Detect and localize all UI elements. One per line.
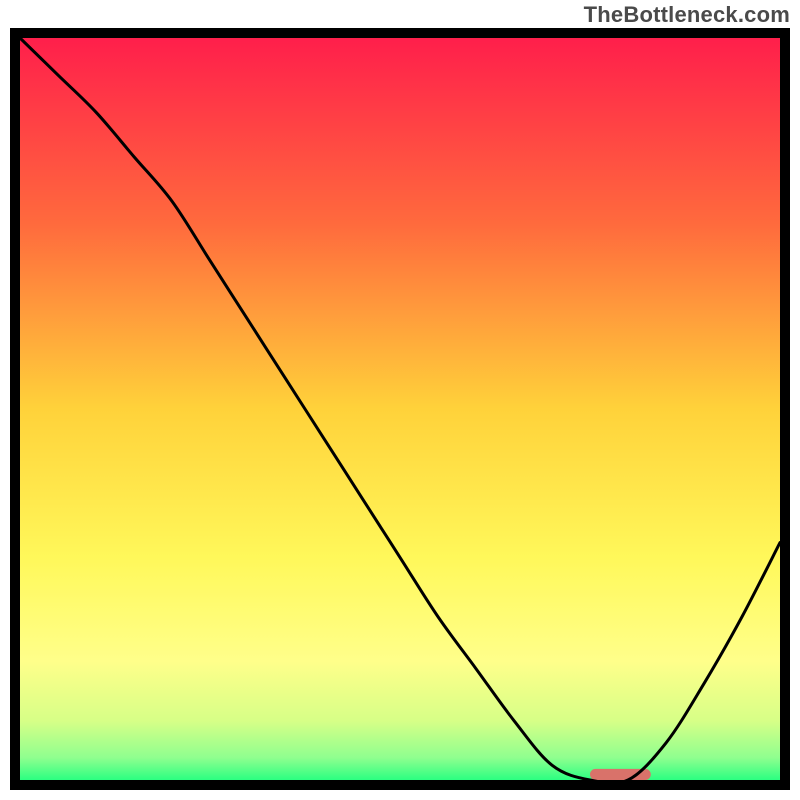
bottleneck-chart [0, 0, 800, 800]
watermark-text: TheBottleneck.com [584, 2, 790, 28]
chart-container: TheBottleneck.com [0, 0, 800, 800]
background-gradient [20, 38, 780, 780]
